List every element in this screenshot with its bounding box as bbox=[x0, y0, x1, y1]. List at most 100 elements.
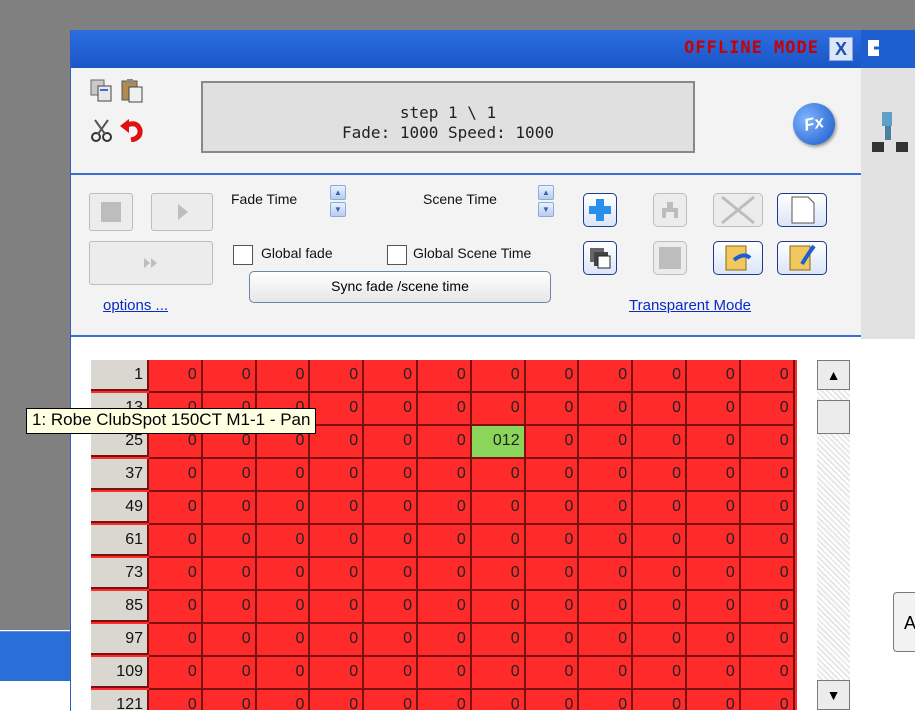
channel-cell[interactable]: 0 bbox=[740, 657, 795, 690]
stop-button[interactable] bbox=[89, 193, 133, 231]
channel-cell[interactable]: 0 bbox=[740, 525, 795, 558]
channel-cell[interactable]: 0 bbox=[418, 591, 472, 624]
channel-cell[interactable]: 0 bbox=[418, 492, 472, 525]
channel-cell[interactable]: 0 bbox=[525, 591, 580, 624]
channel-cell[interactable]: 0 bbox=[418, 393, 472, 426]
channel-cell[interactable]: 0 bbox=[579, 591, 634, 624]
channel-cell[interactable]: 0 bbox=[740, 558, 795, 591]
channel-cell[interactable]: 0 bbox=[202, 624, 257, 657]
channel-cell[interactable]: 0 bbox=[687, 558, 741, 591]
channel-cell[interactable]: 0 bbox=[525, 360, 580, 393]
chevron-down-icon[interactable]: ▼ bbox=[538, 202, 554, 217]
fixture-icon[interactable] bbox=[868, 110, 915, 160]
channel-cell[interactable]: 0 bbox=[256, 591, 311, 624]
channel-cell[interactable]: 0 bbox=[579, 459, 634, 492]
channel-cell[interactable]: 0 bbox=[310, 657, 365, 690]
channel-cell[interactable]: 0 bbox=[633, 657, 687, 690]
channel-cell[interactable]: 0 bbox=[687, 624, 741, 657]
undo-icon[interactable] bbox=[119, 116, 145, 142]
new-document-button[interactable] bbox=[777, 193, 827, 227]
channel-cell[interactable]: 0 bbox=[418, 360, 472, 393]
channel-cell[interactable]: 0 bbox=[525, 525, 580, 558]
channel-cell[interactable]: 0 bbox=[633, 360, 687, 393]
channel-cell[interactable]: 0 bbox=[149, 558, 203, 591]
delete-step-button[interactable] bbox=[713, 193, 763, 227]
channel-cell[interactable]: 0 bbox=[418, 525, 472, 558]
channel-cell[interactable]: 0 bbox=[364, 426, 418, 459]
channel-cell[interactable]: 0 bbox=[579, 492, 634, 525]
channel-cell[interactable]: 0 bbox=[579, 393, 634, 426]
channel-cell[interactable]: 0 bbox=[687, 657, 741, 690]
channel-cell[interactable]: 0 bbox=[579, 657, 634, 690]
channel-cell[interactable]: 0 bbox=[256, 657, 311, 690]
play-button[interactable] bbox=[151, 193, 213, 231]
cut-icon[interactable] bbox=[89, 118, 115, 144]
exit-icon[interactable] bbox=[866, 38, 886, 58]
channel-cell[interactable]: 0 bbox=[418, 558, 472, 591]
channel-cell[interactable]: 0 bbox=[202, 360, 257, 393]
channel-cell[interactable]: 0 bbox=[471, 459, 526, 492]
channel-cell[interactable]: 0 bbox=[471, 525, 526, 558]
channel-cell[interactable]: 0 bbox=[256, 558, 311, 591]
channel-cell[interactable]: 0 bbox=[687, 690, 741, 710]
channel-cell[interactable]: 0 bbox=[149, 624, 203, 657]
channel-cell[interactable]: 0 bbox=[633, 393, 687, 426]
channel-cell[interactable]: 0 bbox=[202, 525, 257, 558]
channel-cell[interactable]: 0 bbox=[149, 690, 203, 710]
channel-cell[interactable]: 0 bbox=[149, 591, 203, 624]
channel-cell[interactable]: 0 bbox=[525, 426, 580, 459]
channel-cell[interactable]: 0 bbox=[256, 492, 311, 525]
channel-cell[interactable]: 0 bbox=[256, 360, 311, 393]
channel-cell[interactable]: 0 bbox=[310, 459, 365, 492]
copy-icon[interactable] bbox=[89, 78, 115, 104]
channel-cell[interactable]: 0 bbox=[633, 525, 687, 558]
channel-cell[interactable]: 0 bbox=[525, 624, 580, 657]
channel-cell[interactable]: 0 bbox=[579, 558, 634, 591]
channel-cell[interactable]: 0 bbox=[310, 690, 365, 710]
channel-cell[interactable]: 0 bbox=[310, 393, 365, 426]
close-button[interactable]: X bbox=[829, 37, 853, 61]
channel-cell[interactable]: 0 bbox=[364, 690, 418, 710]
global-scene-time-checkbox[interactable] bbox=[387, 245, 407, 265]
channel-cell[interactable]: 0 bbox=[633, 492, 687, 525]
channel-cell[interactable]: 0 bbox=[633, 591, 687, 624]
channel-cell[interactable]: 0 bbox=[202, 657, 257, 690]
channel-cell[interactable]: 0 bbox=[633, 558, 687, 591]
channel-cell[interactable]: 0 bbox=[310, 624, 365, 657]
channel-cell[interactable]: 0 bbox=[579, 690, 634, 710]
scroll-down-arrow-icon[interactable]: ▼ bbox=[817, 680, 850, 710]
channel-cell[interactable]: 0 bbox=[202, 558, 257, 591]
channel-cell[interactable]: 0 bbox=[471, 624, 526, 657]
channel-cell[interactable]: 0 bbox=[364, 558, 418, 591]
sync-fade-scene-time-button[interactable]: Sync fade /scene time bbox=[249, 271, 551, 303]
channel-cell[interactable]: 0 bbox=[310, 591, 365, 624]
channel-cell[interactable]: 0 bbox=[579, 525, 634, 558]
channel-cell[interactable]: 0 bbox=[149, 492, 203, 525]
channel-cell[interactable]: 0 bbox=[418, 657, 472, 690]
channel-cell[interactable]: 0 bbox=[364, 459, 418, 492]
channel-cell[interactable]: 0 bbox=[202, 459, 257, 492]
channel-cell[interactable]: 0 bbox=[471, 360, 526, 393]
fx-button[interactable]: Fx bbox=[789, 99, 839, 149]
channel-cell[interactable]: 0 bbox=[364, 525, 418, 558]
stop-step-button[interactable] bbox=[653, 241, 687, 275]
channel-cell[interactable]: 0 bbox=[525, 393, 580, 426]
chevron-down-icon[interactable]: ▼ bbox=[330, 202, 346, 217]
channel-cell[interactable]: 0 bbox=[687, 591, 741, 624]
channel-cell[interactable]: 0 bbox=[202, 492, 257, 525]
channel-cell[interactable]: 0 bbox=[740, 393, 795, 426]
channel-cell[interactable]: 0 bbox=[418, 690, 472, 710]
fast-forward-button[interactable] bbox=[89, 241, 213, 285]
channel-cell[interactable]: 0 bbox=[687, 393, 741, 426]
channel-cell[interactable]: 0 bbox=[633, 690, 687, 710]
channel-cell[interactable]: 0 bbox=[525, 459, 580, 492]
vertical-scrollbar[interactable]: ▲ ▼ bbox=[817, 360, 850, 710]
channel-cell[interactable]: 0 bbox=[418, 624, 472, 657]
scroll-up-arrow-icon[interactable]: ▲ bbox=[817, 360, 850, 390]
channel-cell[interactable]: 0 bbox=[149, 459, 203, 492]
channel-cell[interactable]: 0 bbox=[472, 690, 526, 710]
channel-cell[interactable]: 0 bbox=[364, 591, 418, 624]
channel-cell[interactable]: 0 bbox=[364, 657, 418, 690]
fade-time-spinner[interactable]: ▲ ▼ bbox=[330, 185, 346, 217]
channel-cell[interactable]: 0 bbox=[471, 657, 526, 690]
